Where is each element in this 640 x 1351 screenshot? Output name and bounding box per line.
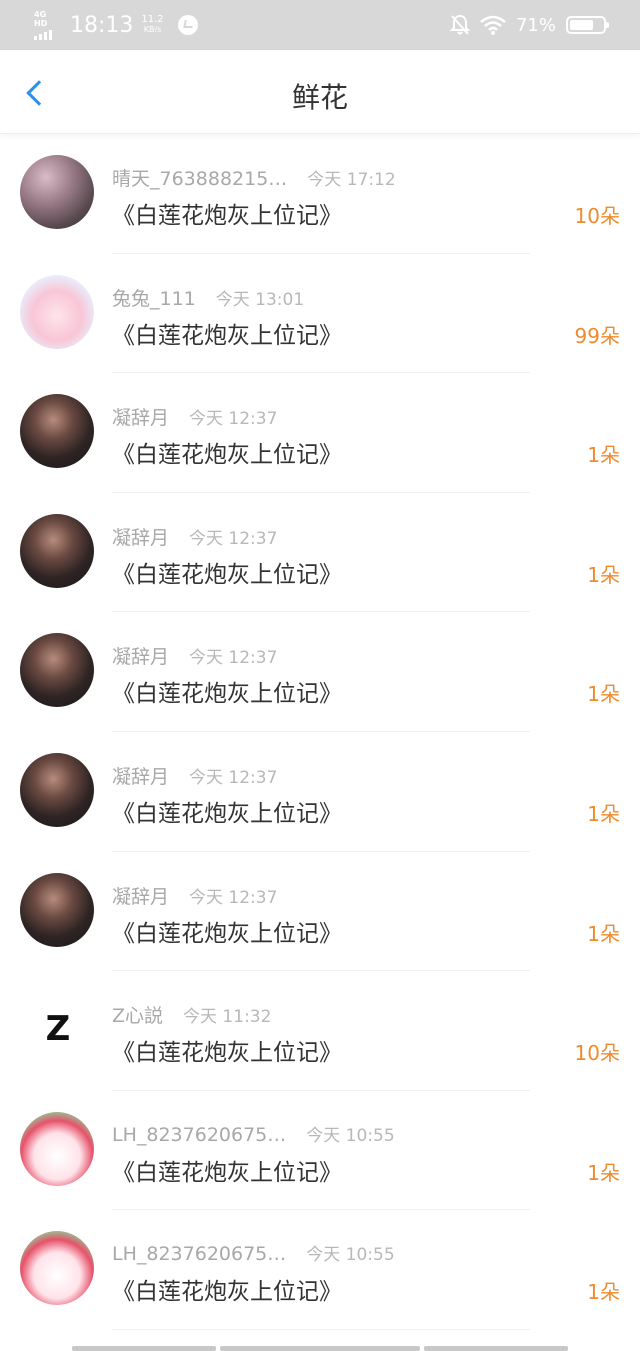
list-item[interactable]: Z Z心説 今天 11:32 《白莲花炮灰上位记》 10朵 [0,971,640,1091]
user-name[interactable]: LH_8237620675… [112,1243,286,1265]
book-title: 《白莲花炮灰上位记》 [112,800,342,827]
flower-list: 晴天_763888215… 今天 17:12 《白莲花炮灰上位记》 10朵 兔兔_111… [0,134,640,1330]
user-name[interactable]: Z心説 [112,1001,163,1028]
battery-percent: 71% [515,14,556,36]
network-label: 4G HD [34,10,48,28]
avatar[interactable] [20,394,94,469]
user-name[interactable]: 凝辞月 [112,403,169,430]
timestamp: 今天 10:55 [306,1245,395,1266]
timestamp: 今天 12:37 [189,409,278,430]
timestamp: 今天 13:01 [215,289,305,310]
timestamp: 今天 17:12 [307,170,396,190]
list-item[interactable]: LH_8237620675… 今天 10:55 《白莲花炮灰上位记》 1朵 [0,1210,640,1330]
user-name[interactable]: 兔兔_111 [112,284,196,311]
list-item[interactable]: 兔兔_111 今天 13:01 《白莲花炮灰上位记》 99朵 [0,254,640,374]
list-item[interactable]: 凝辞月 今天 12:37 《白莲花炮灰上位记》 1朵 [0,612,640,732]
flower-count: 99朵 [574,323,620,348]
list-item[interactable]: 凝辞月 今天 12:37 《白莲花炮灰上位记》 1朵 [0,493,640,613]
user-name[interactable]: LH_8237620675… [112,1124,286,1146]
page-title: 鲜花 [291,81,348,114]
avatar[interactable] [20,155,94,229]
list-item[interactable]: 凝辞月 今天 12:37 《白莲花炮灰上位记》 1朵 [0,732,640,852]
timestamp: 今天 12:37 [189,767,278,788]
user-name[interactable]: 凝辞月 [112,642,169,669]
list-item[interactable]: LH_8237620675… 今天 10:55 《白莲花炮灰上位记》 1朵 [0,1091,640,1211]
book-title: 《白莲花炮灰上位记》 [112,561,342,588]
divider [112,1328,530,1330]
avatar[interactable] [20,1231,94,1306]
flower-count: 1朵 [587,682,620,707]
wifi-icon [480,15,506,35]
book-title: 《白莲花炮灰上位记》 [112,920,342,947]
avatar[interactable] [20,752,94,827]
flower-count: 1朵 [587,801,620,826]
list-item[interactable]: 晴天_763888215… 今天 17:12 《白莲花炮灰上位记》 10朵 [0,134,640,254]
user-name[interactable]: 凝辞月 [112,882,169,909]
user-name[interactable]: 晴天_763888215… [112,164,287,191]
avatar[interactable] [20,633,94,708]
user-name[interactable]: 凝辞月 [112,762,169,789]
timestamp: 今天 11:32 [183,1007,272,1028]
book-title: 《白莲花炮灰上位记》 [112,1040,342,1067]
network-speed: 11.2 KB/s [141,15,163,35]
book-title: 《白莲花炮灰上位记》 [112,442,342,469]
list-item[interactable]: 凝辞月 今天 12:37 《白莲花炮灰上位记》 1朵 [0,373,640,493]
book-title: 《白莲花炮灰上位记》 [112,322,342,349]
timestamp: 今天 10:55 [306,1125,395,1146]
speed-unit: KB/s [143,25,162,34]
signal-icon: 4G HD [34,10,62,40]
flower-count: 1朵 [587,921,620,946]
avatar[interactable] [20,1111,94,1186]
status-time: 18:13 [70,12,134,38]
bottom-scroll-strip [0,1346,640,1351]
avatar[interactable] [20,274,94,349]
book-title: 《白莲花炮灰上位记》 [112,681,342,708]
book-title: 《白莲花炮灰上位记》 [112,1159,342,1186]
flower-count: 1朵 [587,1280,620,1305]
flower-count: 1朵 [587,1160,620,1185]
flower-count: 10朵 [574,204,620,228]
timestamp: 今天 12:37 [189,648,278,669]
list-item[interactable]: 凝辞月 今天 12:37 《白莲花炮灰上位记》 1朵 [0,852,640,972]
flower-count: 10朵 [574,1041,620,1066]
timestamp: 今天 12:37 [189,887,278,908]
flower-count: 1朵 [587,562,620,587]
nav-bar: 鲜花 [0,50,640,134]
mute-bell-icon [449,14,470,35]
flower-count: 1朵 [587,443,620,468]
user-name[interactable]: 凝辞月 [112,523,169,550]
avatar[interactable] [20,513,94,588]
book-title: 《白莲花炮灰上位记》 [112,1279,342,1306]
book-title: 《白莲花炮灰上位记》 [112,203,342,229]
speed-value: 11.2 [141,14,164,25]
battery-icon [566,16,609,34]
timestamp: 今天 12:37 [189,528,278,549]
avatar[interactable] [20,872,94,947]
avatar[interactable]: Z [20,992,94,1067]
status-bar: 4G HD 18:13 11.2 KB/s 71% [0,0,640,50]
check-icon [177,15,198,35]
